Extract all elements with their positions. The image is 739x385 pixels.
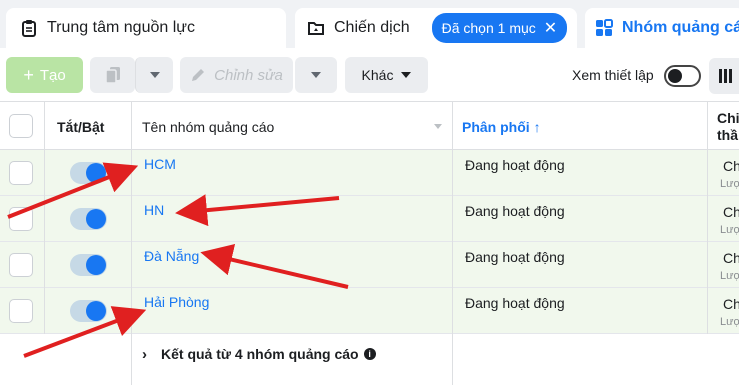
row-checkbox[interactable] <box>9 253 33 277</box>
info-icon[interactable]: i <box>363 348 376 360</box>
row-checkbox[interactable] <box>9 207 33 231</box>
row-checkbox[interactable] <box>9 299 33 323</box>
table-row[interactable]: HN Đang hoạt động Ch Lượ <box>0 196 739 242</box>
row-toggle[interactable] <box>70 162 107 184</box>
chevron-down-icon <box>401 72 412 78</box>
objective-cell: Ch <box>723 250 739 266</box>
adset-name-link[interactable]: HN <box>144 202 164 218</box>
pencil-icon <box>192 69 205 81</box>
objective-sub: Lượ <box>720 178 739 190</box>
row-toggle[interactable] <box>70 208 107 230</box>
header-name[interactable]: Tên nhóm quảng cáo <box>142 119 274 135</box>
toggle-knob <box>668 69 682 83</box>
toolbar: + Tạo Chỉnh sửa Khác Xem thiết lập <box>0 48 739 102</box>
header-delivery-label: Phân phối <box>462 119 530 135</box>
sort-up-arrow-icon: ↑ <box>533 119 541 135</box>
objective-sub: Lượ <box>720 270 739 282</box>
duplicate-icon <box>104 67 120 84</box>
selected-chip[interactable]: Đã chọn 1 mục ✕ <box>431 13 568 43</box>
select-all-checkbox[interactable] <box>9 114 33 138</box>
objective-cell: Ch <box>723 296 739 312</box>
chevron-down-icon <box>311 72 321 78</box>
view-settings-toggle[interactable] <box>664 65 701 87</box>
sort-caret-icon[interactable] <box>434 124 442 129</box>
adset-name-link[interactable]: HCM <box>144 156 176 172</box>
columns-icon <box>719 69 722 83</box>
create-button[interactable]: + Tạo <box>6 57 83 93</box>
view-settings-label: Xem thiết lập <box>572 67 654 83</box>
chevron-right-icon[interactable]: › <box>142 346 147 363</box>
row-toggle[interactable] <box>70 254 107 276</box>
row-toggle[interactable] <box>70 300 107 322</box>
columns-button[interactable] <box>709 58 739 94</box>
table-row[interactable]: Đà Nẵng Đang hoạt động Ch Lượ <box>0 242 739 288</box>
tab-adsets-label: Nhóm quảng cá <box>622 19 739 36</box>
duplicate-dropdown[interactable] <box>135 57 173 93</box>
row-checkbox[interactable] <box>9 161 33 185</box>
adset-table: Tắt/Bật Tên nhóm quảng cáo Phân phối ↑ C… <box>0 102 739 385</box>
tab-campaigns-label: Chiến dịch <box>334 19 410 36</box>
delivery-status: Đang hoạt động <box>465 157 565 173</box>
duplicate-button[interactable] <box>90 57 135 93</box>
tab-resource-label: Trung tâm nguồn lực <box>47 19 195 36</box>
edit-dropdown[interactable] <box>295 57 337 93</box>
folder-icon <box>308 22 324 35</box>
header-toggle: Tắt/Bật <box>57 119 105 135</box>
plus-icon: + <box>23 64 34 85</box>
results-summary[interactable]: › Kết quả từ 4 nhóm quảng cáo i <box>132 334 376 374</box>
more-label: Khác <box>361 67 394 83</box>
tab-adsets[interactable]: Nhóm quảng cá <box>585 8 739 48</box>
results-summary-label: Kết quả từ 4 nhóm quảng cáo <box>161 346 359 362</box>
table-row[interactable]: Hải Phòng Đang hoạt động Ch Lượ <box>0 288 739 334</box>
column-divider <box>707 102 708 334</box>
delivery-status: Đang hoạt động <box>465 295 565 311</box>
column-divider <box>44 102 45 334</box>
delivery-status: Đang hoạt động <box>465 203 565 219</box>
tab-resource-center[interactable]: Trung tâm nguồn lực <box>6 8 286 48</box>
table-header: Tắt/Bật Tên nhóm quảng cáo Phân phối ↑ C… <box>0 102 739 150</box>
table-row[interactable]: HCM Đang hoạt động Ch Lượ <box>0 150 739 196</box>
clipboard-icon <box>22 20 36 37</box>
close-icon[interactable]: ✕ <box>544 18 557 38</box>
header-objective-2: thầ <box>717 127 738 143</box>
selected-chip-label: Đã chọn 1 mục <box>441 20 536 36</box>
objective-sub: Lượ <box>720 316 739 328</box>
grid-icon <box>596 19 613 36</box>
adset-name-link[interactable]: Hải Phòng <box>144 294 209 310</box>
chevron-down-icon <box>149 72 160 78</box>
edit-label: Chỉnh sửa <box>214 66 283 84</box>
tab-bar: Trung tâm nguồn lực Chiến dịch Đã chọn 1… <box>0 0 739 48</box>
header-delivery[interactable]: Phân phối ↑ <box>462 119 541 135</box>
tab-campaigns[interactable]: Chiến dịch Đã chọn 1 mục ✕ <box>295 8 577 48</box>
objective-sub: Lượ <box>720 224 739 236</box>
more-button[interactable]: Khác <box>345 57 428 93</box>
column-divider <box>452 102 453 385</box>
delivery-status: Đang hoạt động <box>465 249 565 265</box>
create-label: Tạo <box>39 66 66 84</box>
header-objective-1: Chi <box>717 110 739 126</box>
adset-name-link[interactable]: Đà Nẵng <box>144 248 199 264</box>
objective-cell: Ch <box>723 158 739 174</box>
edit-button[interactable]: Chỉnh sửa <box>180 57 293 93</box>
objective-cell: Ch <box>723 204 739 220</box>
